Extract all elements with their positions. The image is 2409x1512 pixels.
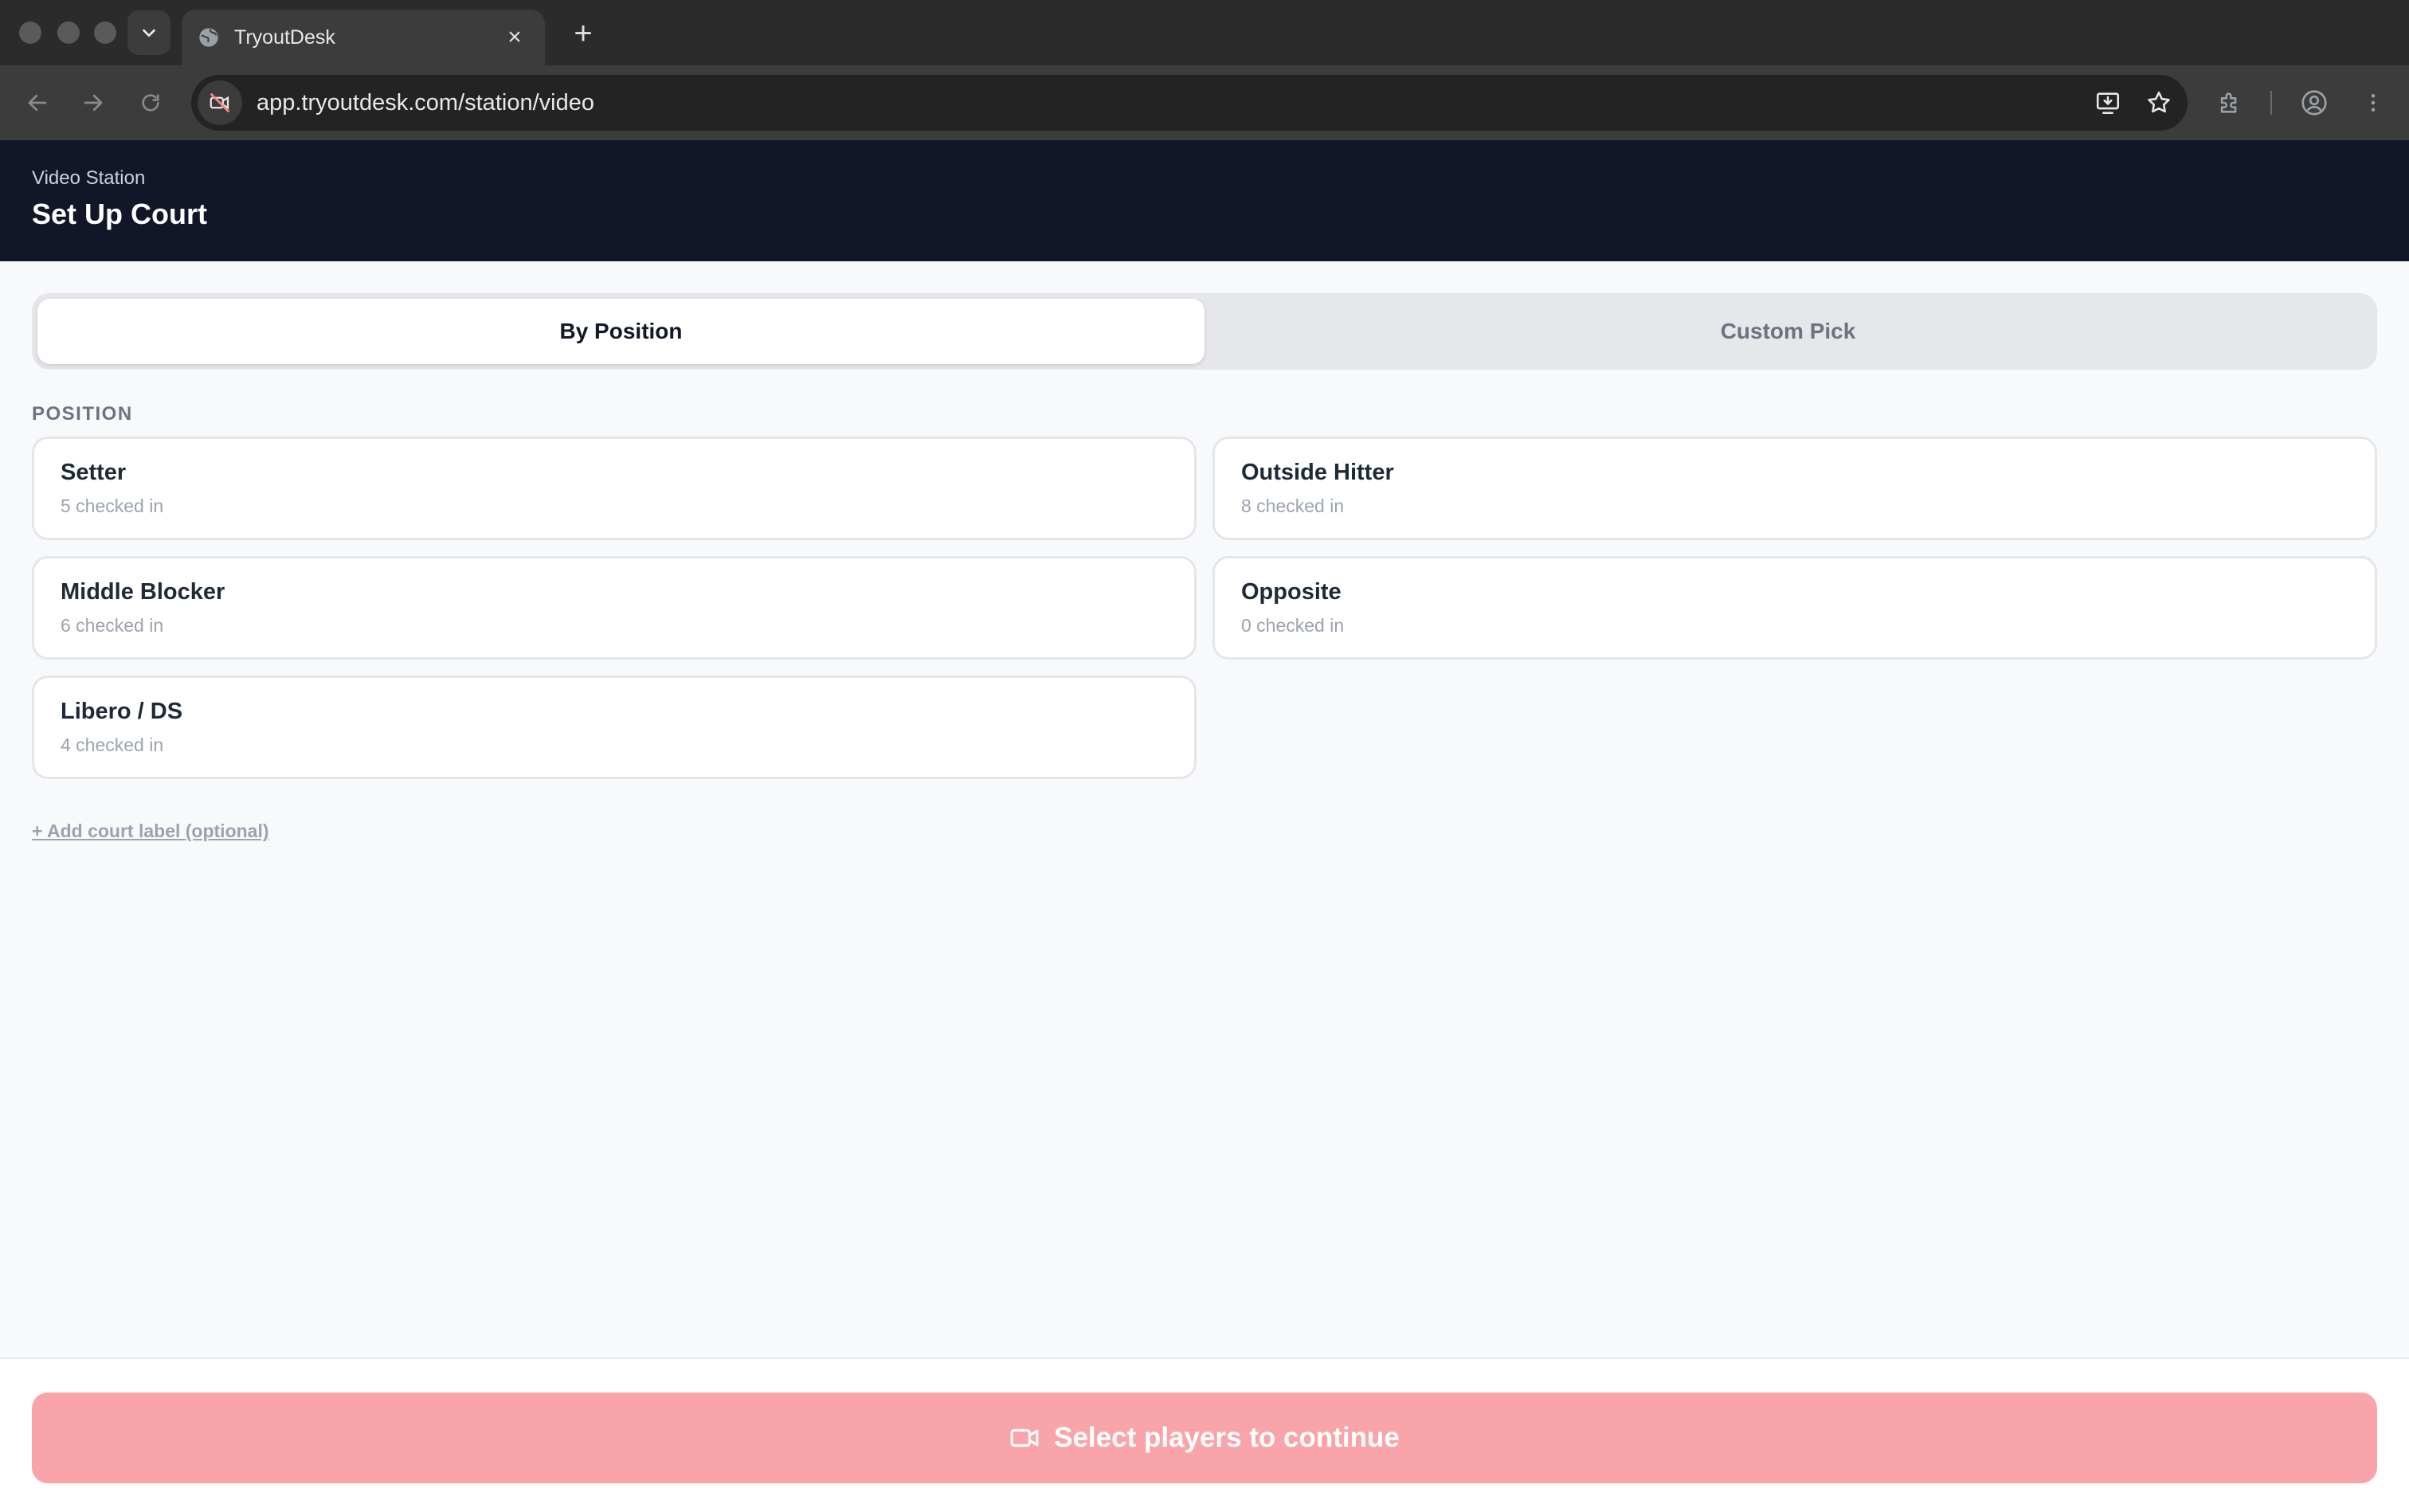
add-court-label-link[interactable]: + Add court label (optional): [32, 821, 269, 842]
chevron-down-icon: [143, 29, 155, 37]
globe-icon: [199, 28, 218, 47]
continue-button[interactable]: Select players to continue: [32, 1393, 2377, 1483]
arrow-left-icon: [28, 94, 47, 112]
position-name: Libero / DS: [61, 699, 183, 724]
tab-search-button[interactable]: [127, 10, 170, 55]
window-minimize-button[interactable]: [57, 22, 80, 44]
toolbar-divider: [2270, 91, 2272, 115]
profile-button[interactable]: [2294, 83, 2334, 123]
address-bar[interactable]: app.tryoutdesk.com/station/video: [191, 75, 2188, 131]
position-section-label: POSITION: [32, 403, 133, 425]
position-card-libero-ds[interactable]: Libero / DS 4 checked in: [32, 676, 1197, 779]
url-text[interactable]: app.tryoutdesk.com/station/video: [257, 90, 2086, 116]
site-info-button[interactable]: [198, 80, 242, 125]
install-app-button[interactable]: [2086, 80, 2130, 125]
browser-tab[interactable]: TryoutDesk ×: [182, 10, 545, 65]
arrow-right-icon: [84, 94, 103, 112]
app-header: Video Station Set Up Court: [0, 140, 2409, 261]
browser-toolbar: app.tryoutdesk.com/station/video: [0, 65, 2409, 140]
browser-menu-button[interactable]: [2353, 83, 2393, 123]
browser-tab-strip: TryoutDesk × +: [0, 0, 2409, 65]
camera-blocked-icon: [210, 92, 230, 113]
checked-in-count: 5 checked in: [61, 496, 164, 516]
video-camera-icon: [1010, 1428, 1039, 1447]
window-zoom-button[interactable]: [94, 22, 116, 44]
install-desktop-icon: [2096, 92, 2120, 115]
forward-button[interactable]: [75, 84, 112, 121]
puzzle-icon: [2220, 92, 2237, 113]
footer-bar: Select players to continue: [0, 1357, 2409, 1512]
position-name: Opposite: [1241, 579, 1342, 605]
more-vertical-icon: [2371, 94, 2376, 112]
position-card-outside-hitter[interactable]: Outside Hitter 8 checked in: [1212, 437, 2377, 540]
checked-in-count: 8 checked in: [1241, 496, 1345, 516]
continue-button-label: Select players to continue: [1054, 1422, 1400, 1453]
tab-close-icon[interactable]: ×: [500, 23, 529, 52]
reload-button[interactable]: [132, 84, 169, 121]
extensions-button[interactable]: [2210, 83, 2250, 123]
bookmark-button[interactable]: [2137, 80, 2181, 125]
position-name: Middle Blocker: [61, 579, 225, 605]
position-card-setter[interactable]: Setter 5 checked in: [32, 437, 1197, 540]
page-title: Set Up Court: [32, 198, 207, 230]
position-name: Setter: [61, 460, 127, 485]
tab-title: TryoutDesk: [234, 25, 335, 49]
back-button[interactable]: [19, 84, 56, 121]
tab-by-position[interactable]: By Position: [37, 299, 1204, 364]
account-circle-icon: [2301, 90, 2327, 116]
station-name: Video Station: [32, 167, 146, 189]
tab-custom-pick[interactable]: Custom Pick: [1204, 299, 2372, 364]
position-card-opposite[interactable]: Opposite 0 checked in: [1212, 556, 2377, 660]
checked-in-count: 0 checked in: [1241, 615, 1345, 636]
checked-in-count: 4 checked in: [61, 734, 164, 755]
reload-icon: [142, 94, 159, 112]
mode-segmented-control: By Position Custom Pick: [32, 293, 2377, 370]
checked-in-count: 6 checked in: [61, 615, 164, 636]
window-close-button[interactable]: [19, 22, 41, 44]
new-tab-button[interactable]: +: [567, 16, 599, 51]
star-icon: [2148, 91, 2170, 113]
position-name: Outside Hitter: [1241, 460, 1394, 485]
position-card-middle-blocker[interactable]: Middle Blocker 6 checked in: [32, 556, 1197, 660]
position-grid: Setter 5 checked in Outside Hitter 8 che…: [32, 437, 2377, 779]
